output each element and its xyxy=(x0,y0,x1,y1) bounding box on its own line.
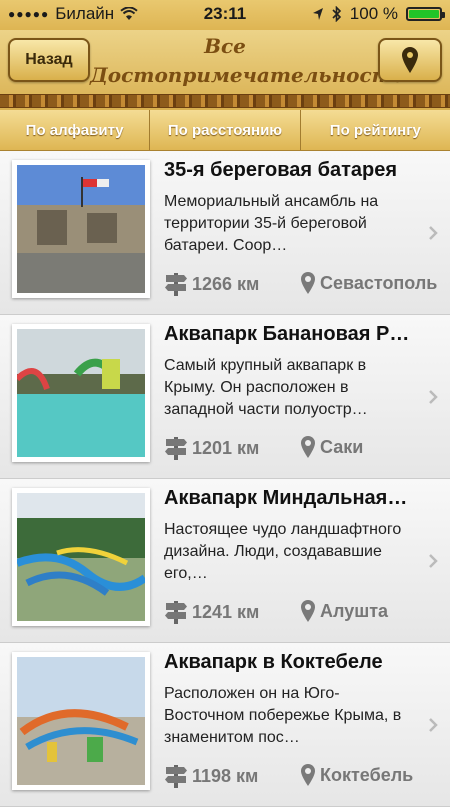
chevron-right-icon xyxy=(429,226,438,240)
city-name: Севастополь xyxy=(320,272,438,293)
location: Саки xyxy=(300,435,363,459)
tab-distance[interactable]: По расстоянию xyxy=(150,110,301,150)
signpost-icon xyxy=(165,273,187,296)
status-right: 100 % xyxy=(312,4,445,24)
map-marker-icon xyxy=(301,764,315,786)
city-name: Саки xyxy=(320,436,364,457)
location: Коктебель xyxy=(300,763,413,787)
distance: 1266 км xyxy=(164,271,259,297)
signpost-icon xyxy=(165,765,187,788)
attraction-description: Расположен он на Юго-Восточном побережье… xyxy=(164,685,402,746)
attraction-photo xyxy=(12,652,150,790)
attraction-name: Аквапарк Миндальная… xyxy=(164,487,408,509)
attraction-photo xyxy=(12,160,150,298)
distance: 1201 км xyxy=(164,435,259,461)
list-item[interactable]: Аквапарк в Коктебеле Расположен он на Юг… xyxy=(0,643,450,807)
tab-rating[interactable]: По рейтингу xyxy=(301,110,450,150)
battery-icon xyxy=(406,7,445,21)
sort-tabs: По алфавиту По расстоянию По рейтингу xyxy=(0,110,450,151)
page-title-line2: Достопримечательности xyxy=(90,63,408,87)
attraction-description: Настоящее чудо ландшафтного дизайна. Люд… xyxy=(164,521,402,582)
battery-percent: 100 % xyxy=(349,4,398,23)
bluetooth-icon xyxy=(332,6,341,22)
attraction-name: 35-я береговая батарея xyxy=(164,159,398,181)
signpost-icon xyxy=(165,601,187,624)
battery-fill xyxy=(409,10,439,18)
map-marker-icon xyxy=(301,600,315,622)
attraction-name: Аквапарк Банановая Р… xyxy=(164,323,410,345)
distance-value: 1198 км xyxy=(192,765,259,786)
distance: 1241 км xyxy=(164,599,259,625)
city-name: Коктебель xyxy=(320,764,414,785)
attraction-description: Самый крупный аквапарк в Крыму. Он распо… xyxy=(164,357,368,418)
location-arrow-icon xyxy=(312,8,323,20)
location: Алушта xyxy=(300,599,388,623)
page-title-line1: Все xyxy=(204,34,246,58)
location-pin-icon xyxy=(402,47,418,73)
distance-value: 1241 км xyxy=(192,601,260,622)
page-title: Все Достопримечательности xyxy=(90,30,408,92)
distance-value: 1266 км xyxy=(192,273,260,294)
city-name: Алушта xyxy=(320,600,389,621)
status-bar: ●●●●● Билайн 23:11 100 % xyxy=(0,0,450,30)
list-item[interactable]: Аквапарк Банановая Р… Самый крупный аква… xyxy=(0,315,450,479)
attraction-photo xyxy=(12,324,150,462)
map-marker-icon xyxy=(301,436,315,458)
attraction-photo xyxy=(12,488,150,626)
back-button[interactable]: Назад xyxy=(8,38,90,82)
distance: 1198 км xyxy=(164,763,258,789)
list-item[interactable]: 35-я береговая батарея Мемориальный анса… xyxy=(0,151,450,315)
tab-alphabet[interactable]: По алфавиту xyxy=(0,110,151,150)
attraction-name: Аквапарк в Коктебеле xyxy=(164,651,383,673)
attraction-description: Мемориальный ансамбль на территории 35-й… xyxy=(164,193,379,254)
chevron-right-icon xyxy=(429,554,438,568)
chevron-right-icon xyxy=(429,718,438,732)
distance-value: 1201 км xyxy=(192,437,260,458)
list-item[interactable]: Аквапарк Миндальная… Настоящее чудо ланд… xyxy=(0,479,450,643)
rope-divider xyxy=(0,94,450,108)
attractions-list: 35-я береговая батарея Мемориальный анса… xyxy=(0,151,450,807)
chevron-right-icon xyxy=(429,390,438,404)
signpost-icon xyxy=(165,437,187,460)
location: Севастополь xyxy=(300,271,437,295)
map-marker-icon xyxy=(301,272,315,294)
map-button[interactable] xyxy=(378,38,442,82)
